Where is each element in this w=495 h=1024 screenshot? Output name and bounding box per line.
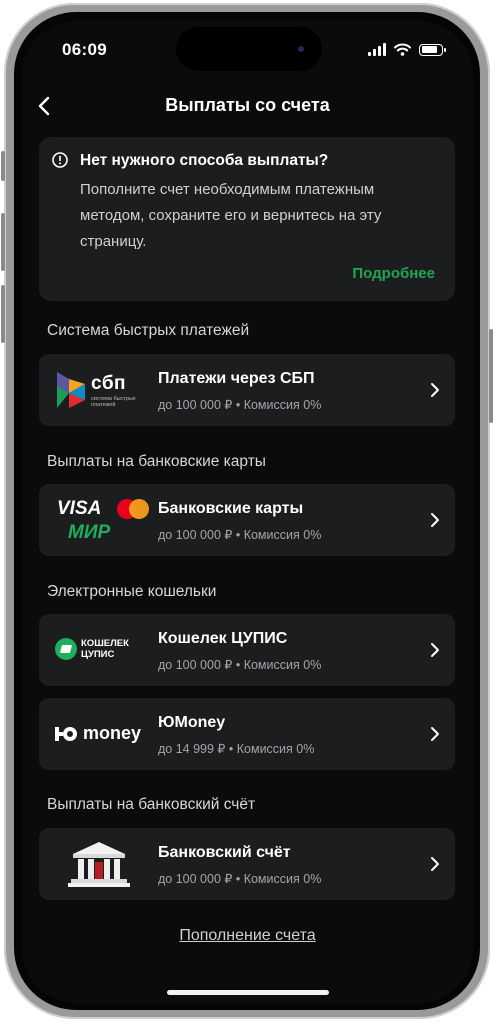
method-bank-account[interactable]: Банковский счёт до 100 000 ₽ • Комиссия … [39,828,455,900]
yoomoney-logo-mark [55,727,77,741]
method-title: Кошелек ЦУПИС [158,630,288,647]
separator: • [235,872,241,886]
cupis-logo-mark [55,638,77,660]
method-subtitle: до 100 000 ₽ • Комиссия 0% [158,871,321,886]
method-title: Банковский счёт [158,844,291,861]
method-limit: до 14 999 ₽ [158,742,226,756]
home-indicator[interactable] [167,990,329,995]
method-title: Платежи через СБП [158,370,315,387]
info-notice: Нет нужного способа выплаты? Пополните с… [39,137,455,301]
sbp-logo-mark [57,372,85,408]
section-title-bank-account: Выплаты на банковский счёт [47,796,256,813]
method-title: Банковские карты [158,500,304,517]
camera-dot [298,46,304,52]
sbp-logo: сбп система быстрых платежей [53,364,145,416]
section-title-sbp: Система быстрых платежей [47,322,250,339]
method-title: ЮMoney [158,714,226,731]
status-time: 06:09 [62,40,107,59]
power-button [489,329,493,423]
method-yoomoney[interactable]: money ЮMoney до 14 999 ₽ • Комиссия 0% [39,698,455,770]
cupis-logo-line1: КОШЕЛЕК [81,638,129,649]
chevron-right-icon [431,727,439,741]
method-sbp[interactable]: сбп система быстрых платежей Платежи чер… [39,354,455,426]
bank-building-icon [68,842,130,887]
chevron-right-icon [431,513,439,527]
separator: • [235,658,241,672]
wifi-icon [394,43,411,56]
cupis-logo: КОШЕЛЕК ЦУПИС [53,624,145,676]
method-fee: Комиссия 0% [243,872,322,886]
screen: 06:09 Выплаты со счета Нет нужного спосо… [22,21,473,1003]
method-fee: Комиссия 0% [243,398,322,412]
deposit-link[interactable]: Пополнение счета [22,927,473,945]
yoomoney-logo-text: money [83,723,142,743]
chevron-right-icon [431,643,439,657]
notice-text: Пополните счет необходимым платежным мет… [80,181,382,250]
chevron-right-icon [431,857,439,871]
method-fee: Комиссия 0% [243,658,322,672]
page-title: Выплаты со счета [165,95,330,115]
method-fee: Комиссия 0% [236,742,315,756]
separator: • [235,528,241,542]
method-subtitle: до 14 999 ₽ • Комиссия 0% [158,741,314,756]
method-subtitle: до 100 000 ₽ • Комиссия 0% [158,397,321,412]
learn-more-link[interactable]: Подробнее [352,265,435,282]
method-limit: до 100 000 ₽ [158,398,233,412]
notice-title: Нет нужного способа выплаты? [80,152,329,169]
battery-icon [419,43,446,56]
sbp-logo-text: сбп [91,373,127,394]
method-bank-cards[interactable]: VISA МИР Банковские карты до 100 000 ₽ •… [39,484,455,556]
separator: • [235,398,241,412]
section-title-cards: Выплаты на банковские карты [47,453,266,470]
dynamic-island [176,27,322,71]
method-limit: до 100 000 ₽ [158,872,233,886]
section-title-wallets: Электронные кошельки [47,583,217,600]
volume-down-button [1,285,5,343]
status-icons [368,43,446,56]
method-cupis[interactable]: КОШЕЛЕК ЦУПИС Кошелек ЦУПИС до 100 000 ₽… [39,614,455,686]
method-fee: Комиссия 0% [243,528,322,542]
method-subtitle: до 100 000 ₽ • Комиссия 0% [158,527,321,542]
chevron-right-icon [431,383,439,397]
cellular-signal-icon [368,43,386,56]
separator: • [228,742,234,756]
action-button [1,151,5,181]
mir-logo: МИР [68,522,111,543]
method-limit: до 100 000 ₽ [158,528,233,542]
yoomoney-logo: money [53,708,145,760]
cupis-logo-text: КОШЕЛЕК ЦУПИС [81,638,129,660]
visa-logo: VISA [57,498,102,519]
sbp-logo-caption: система быстрых платежей [91,396,136,408]
cards-logo: VISA МИР [53,494,149,546]
volume-up-button [1,213,5,271]
cupis-logo-line2: ЦУПИС [81,649,115,660]
method-limit: до 100 000 ₽ [158,658,233,672]
method-subtitle: до 100 000 ₽ • Комиссия 0% [158,657,321,672]
info-icon [52,152,68,168]
